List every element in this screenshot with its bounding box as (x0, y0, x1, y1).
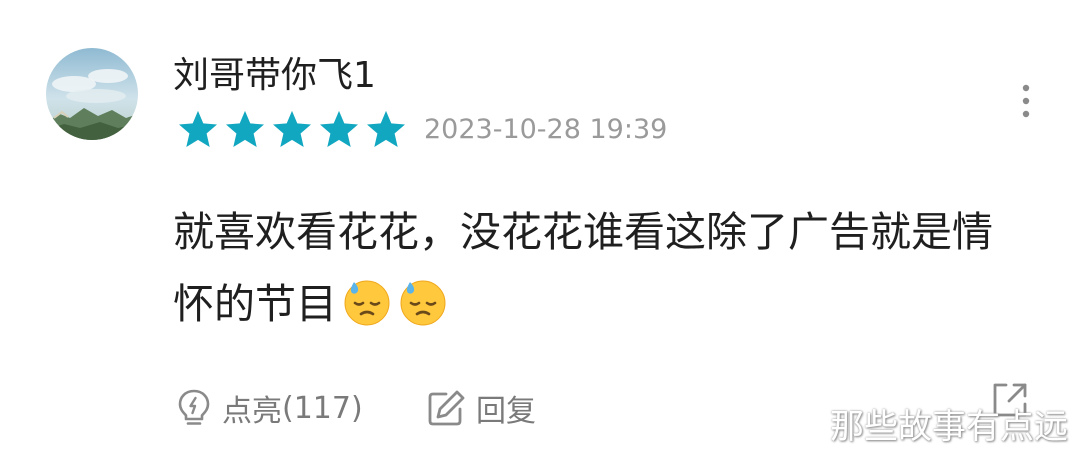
lightbulb-icon (176, 388, 212, 428)
comment-text: 就喜欢看花花，没花花谁看这除了广告就是情怀的节目 (173, 208, 993, 328)
comment-body: 就喜欢看花花，没花花谁看这除了广告就是情怀的节目 (173, 196, 1033, 340)
more-vertical-icon (1022, 84, 1030, 118)
user-avatar[interactable] (46, 48, 138, 140)
downcast-sweat-emoji-icon (397, 276, 449, 328)
comment-timestamp: 2023-10-28 19:39 (424, 114, 668, 145)
watermark: 那些故事有点远 (830, 407, 1068, 447)
like-label: 点亮 (222, 394, 282, 429)
more-options-button[interactable] (1014, 80, 1038, 124)
star-icon (364, 109, 408, 151)
star-icon (270, 109, 314, 151)
downcast-sweat-emoji-icon (341, 276, 393, 328)
username[interactable]: 刘哥带你飞1 (173, 52, 376, 100)
star-icon (223, 109, 267, 151)
reply-label: 回复 (476, 394, 536, 429)
star-icon (176, 109, 220, 151)
like-button[interactable]: 点亮 (117) (176, 384, 363, 432)
reply-button[interactable]: 回复 (426, 384, 536, 432)
like-count: (117) (282, 390, 363, 426)
star-rating (176, 109, 408, 151)
landscape-avatar-icon (46, 48, 138, 140)
edit-icon (426, 388, 466, 428)
star-icon (317, 109, 361, 151)
